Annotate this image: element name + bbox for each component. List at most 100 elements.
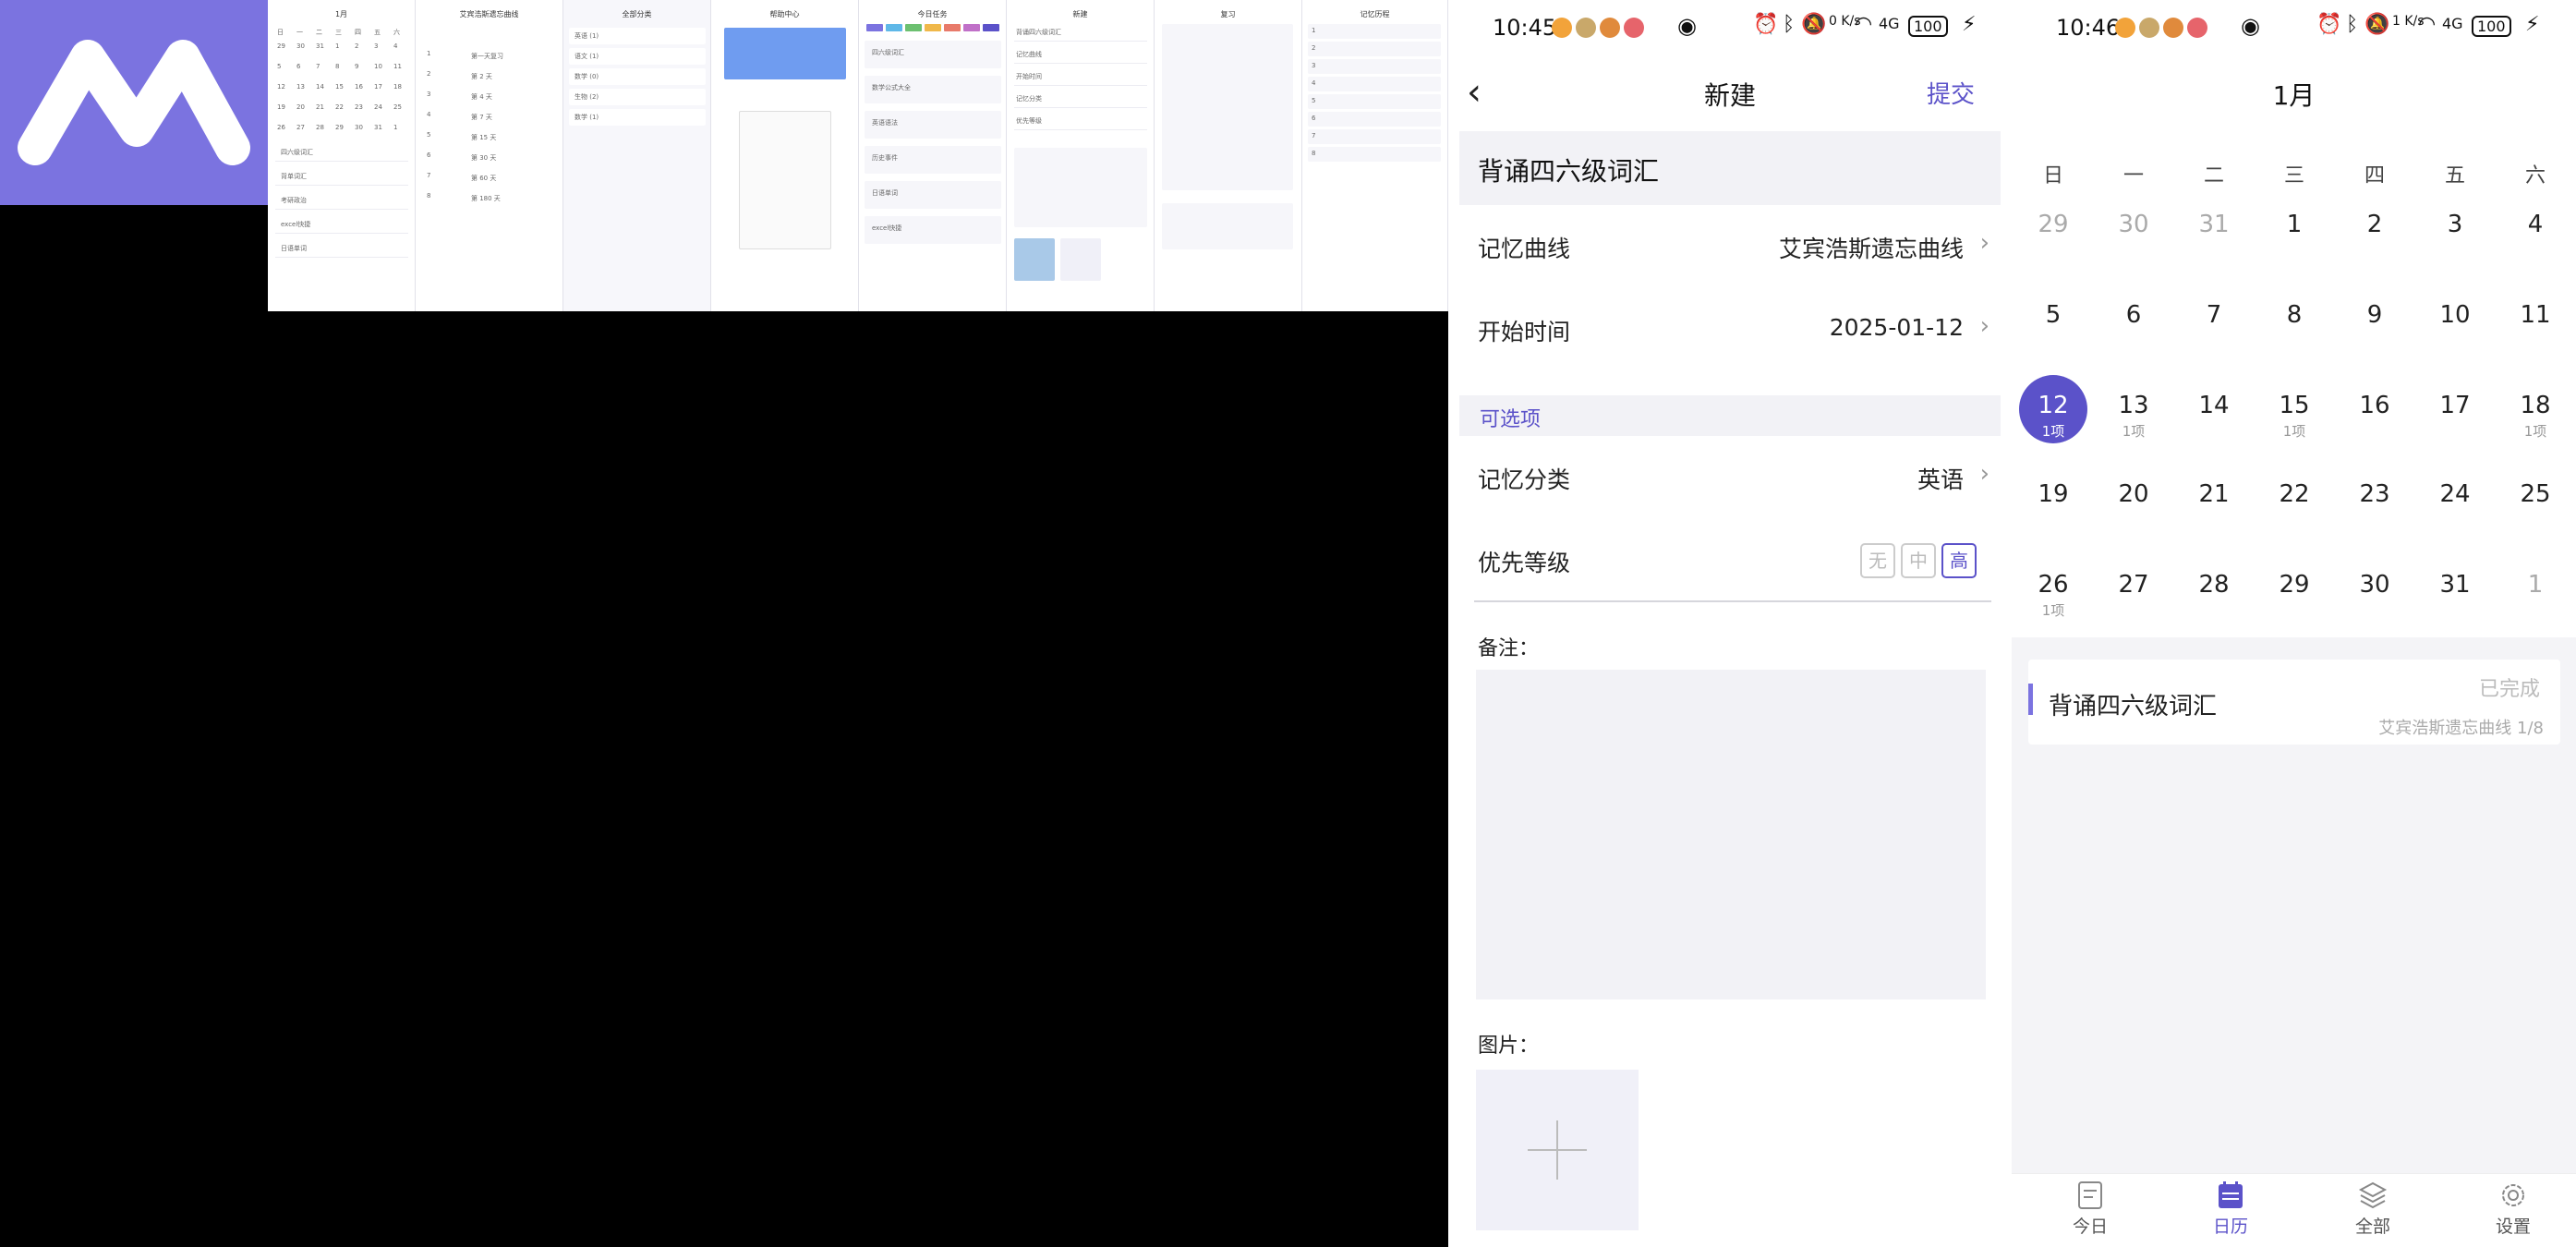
mini-record-number: 2 — [1312, 44, 1316, 52]
calendar-day[interactable]: 9 — [2340, 301, 2409, 329]
calendar-day[interactable]: 19 — [2019, 480, 2087, 508]
calendar-day[interactable]: 3 — [2421, 211, 2489, 238]
gear-icon — [2502, 1184, 2524, 1206]
calendar-day[interactable]: 20 — [2099, 480, 2168, 508]
mini-day: 31 — [316, 42, 324, 50]
calendar-day[interactable]: 21 — [2180, 480, 2248, 508]
mini-weekday: 四 — [355, 29, 361, 36]
mini-divider — [275, 185, 408, 186]
calendar-month-title: 1月 — [2272, 80, 2316, 111]
calendar-day[interactable]: 17 — [2421, 392, 2489, 419]
submit-button[interactable]: 提交 — [1927, 76, 1975, 110]
calendar-day[interactable]: 2 — [2340, 211, 2409, 238]
calendar-day[interactable]: 23 — [2340, 480, 2409, 508]
weekday-label: 四 — [2364, 164, 2385, 188]
mini-calendar-month: 1月 — [334, 10, 348, 18]
mini-record-card — [1308, 42, 1441, 56]
chevron-right-icon: › — [1979, 312, 1989, 340]
tab-all[interactable]: 全部 — [2322, 1180, 2424, 1238]
mini-day: 1 — [393, 124, 398, 131]
task-name-input[interactable]: 背诵四六级词汇 — [1459, 131, 2001, 205]
start-time-row[interactable]: 开始时间 2025-01-12 › — [1459, 288, 2001, 371]
day-number: 4 — [2527, 211, 2544, 238]
category-label: 记忆分类 — [1478, 466, 1571, 493]
calendar-day[interactable]: 15 1项 — [2260, 392, 2328, 441]
task-accent-bar — [2028, 684, 2033, 715]
calendar-day[interactable]: 5 — [2019, 301, 2087, 329]
mini-help-phone — [739, 111, 831, 249]
priority-high-button[interactable]: 高 — [1941, 543, 1977, 578]
charging-icon: ⚡ — [1962, 13, 1977, 36]
mini-category-label: 数学 (0) — [574, 73, 599, 80]
mini-curve-screen: 艾宾浩斯遗忘曲线 1 第一天复习 2 第 2 天 3 第 4 天 4 第 7 天 5 第 15 天… — [416, 0, 563, 311]
calendar-day[interactable]: 28 — [2180, 571, 2248, 599]
calendar-day[interactable]: 7 — [2180, 301, 2248, 329]
mini-new-screen: 新建 背诵四六级词汇 记忆曲线 开始时间 记忆分类 优先等级 — [1007, 0, 1155, 311]
calendar-day[interactable]: 1 — [2260, 211, 2328, 238]
curve-label: 记忆曲线 — [1478, 236, 1571, 262]
calendar-day[interactable]: 11 — [2501, 301, 2570, 329]
calendar-day[interactable]: 6 — [2099, 301, 2168, 329]
day-number: 1 — [2286, 211, 2303, 238]
notes-textarea[interactable] — [1476, 670, 1986, 999]
add-image-button[interactable] — [1476, 1070, 1639, 1230]
notification-icon — [2187, 18, 2207, 38]
category-row[interactable]: 记忆分类 英语 › — [1459, 436, 2001, 519]
mini-list-item: excel快捷 — [281, 221, 311, 228]
mini-day: 25 — [393, 103, 402, 111]
day-number: 27 — [2118, 571, 2149, 599]
calendar-day[interactable]: 27 — [2099, 571, 2168, 599]
calendar-day[interactable]: 22 — [2260, 480, 2328, 508]
curve-row[interactable]: 记忆曲线 艾宾浩斯遗忘曲线 › — [1459, 205, 2001, 288]
mini-record-number: 5 — [1312, 97, 1316, 104]
calendar-day[interactable]: 14 — [2180, 392, 2248, 419]
calendar-day[interactable]: 31 — [2421, 571, 2489, 599]
task-card[interactable]: 背诵四六级词汇 已完成 艾宾浩斯遗忘曲线 1/8 — [2028, 660, 2560, 745]
priority-none-button[interactable]: 无 — [1860, 543, 1895, 578]
mini-divider — [1014, 41, 1147, 42]
day-number: 21 — [2198, 480, 2230, 508]
mini-records-title: 记忆历程 — [1360, 10, 1390, 18]
day-number: 2 — [2366, 211, 2383, 238]
calendar-day[interactable]: 13 1项 — [2099, 392, 2168, 441]
mini-day: 7 — [316, 63, 320, 70]
mini-task-label: excel快捷 — [872, 224, 902, 232]
calendar-day[interactable]: 29 — [2260, 571, 2328, 599]
tab-calendar[interactable]: 日历 — [2180, 1180, 2281, 1238]
task-meta: 艾宾浩斯遗忘曲线 1/8 — [2378, 719, 2544, 738]
calendar-day[interactable]: 31 — [2180, 211, 2248, 238]
mini-new-title: 新建 — [1072, 10, 1088, 18]
calendar-day[interactable]: 30 — [2099, 211, 2168, 238]
day-number: 10 — [2439, 301, 2471, 329]
calendar-day[interactable]: 18 1项 — [2501, 392, 2570, 441]
mini-day: 28 — [316, 124, 324, 131]
notification-icon — [1552, 18, 1572, 38]
calendar-day[interactable]: 26 1项 — [2019, 571, 2087, 620]
mini-notes-box — [1014, 148, 1147, 227]
calendar-day[interactable]: 24 — [2421, 480, 2489, 508]
priority-medium-button[interactable]: 中 — [1901, 543, 1936, 578]
mini-filter-chip — [886, 24, 902, 31]
mini-step-label: 第 60 天 — [471, 175, 497, 182]
calendar-day[interactable]: 12 1项 — [2019, 375, 2087, 443]
notification-icon — [2139, 18, 2159, 38]
calendar-day[interactable]: 30 — [2340, 571, 2409, 599]
calendar-day[interactable]: 10 — [2421, 301, 2489, 329]
tab-today[interactable]: 今日 — [2039, 1180, 2141, 1238]
calendar-day[interactable]: 1 — [2501, 571, 2570, 599]
calendar-day[interactable]: 16 — [2340, 392, 2409, 419]
day-number: 31 — [2198, 211, 2230, 238]
mini-day: 11 — [393, 63, 402, 70]
calendar-day[interactable]: 29 — [2019, 211, 2087, 238]
day-number: 15 — [2279, 392, 2310, 419]
mini-step-number: 7 — [427, 172, 431, 179]
mini-filter-chip — [905, 24, 922, 31]
calendar-day[interactable]: 25 — [2501, 480, 2570, 508]
tab-settings[interactable]: 设置 — [2462, 1180, 2564, 1238]
calendar-day[interactable]: 8 — [2260, 301, 2328, 329]
calendar-day[interactable]: 4 — [2501, 211, 2570, 238]
mini-record-card — [1308, 24, 1441, 39]
layers-icon — [2358, 1181, 2388, 1209]
mini-day: 26 — [277, 124, 285, 131]
mini-records-screen: 记忆历程 1 2 3 4 5 6 7 8 — [1302, 0, 1448, 311]
